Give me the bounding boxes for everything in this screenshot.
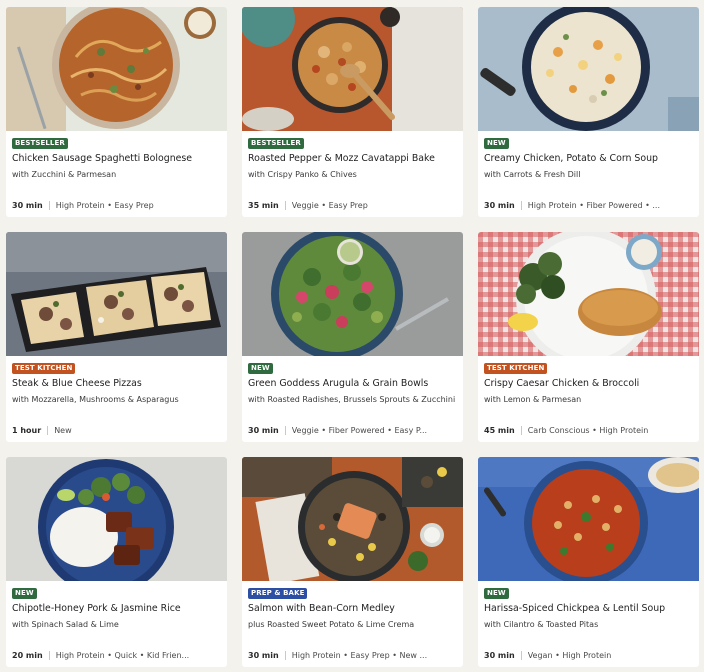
recipe-title[interactable]: Chipotle-Honey Pork & Jasmine Rice (12, 602, 224, 615)
recipe-title[interactable]: Steak & Blue Cheese Pizzas (12, 377, 224, 390)
recipe-title[interactable]: Green Goddess Arugula & Grain Bowls (248, 377, 460, 390)
recipe-title[interactable]: Chicken Sausage Spaghetti Bolognese (12, 152, 224, 165)
salmon-medley-photo[interactable] (242, 457, 463, 581)
divider (520, 651, 522, 660)
lentil-soup-photo[interactable] (478, 457, 699, 581)
recipe-title[interactable]: Salmon with Bean-Corn Medley (248, 602, 460, 615)
recipe-subtitle: with Cilantro & Toasted Pitas (484, 620, 599, 629)
recipe-subtitle: with Lemon & Parmesan (484, 395, 582, 404)
divider (47, 426, 49, 435)
cook-time: 30 min (484, 201, 515, 210)
recipe-tags: High Protein • Easy Prep • New ... (291, 651, 428, 660)
recipe-meta: 30 min Vegan • High Protein (484, 650, 694, 661)
recipe-subtitle: with Carrots & Fresh Dill (484, 170, 581, 179)
recipe-card[interactable]: NEW Creamy Chicken, Potato & Corn Soup w… (478, 7, 699, 217)
corn-soup-photo[interactable] (478, 7, 699, 131)
cook-time: 20 min (12, 651, 43, 660)
recipe-title[interactable]: Creamy Chicken, Potato & Corn Soup (484, 152, 696, 165)
recipe-subtitle: plus Roasted Sweet Potato & Lime Crema (248, 620, 415, 629)
caesar-chicken-photo[interactable] (478, 232, 699, 356)
recipe-title[interactable]: Roasted Pepper & Mozz Cavatappi Bake (248, 152, 460, 165)
spaghetti-bolognese-photo[interactable] (6, 7, 227, 131)
cook-time: 30 min (12, 201, 43, 210)
badge: TEST KITCHEN (12, 363, 76, 374)
recipe-card[interactable]: NEW Green Goddess Arugula & Grain Bowls … (242, 232, 463, 442)
recipe-tags: High Protein • Easy Prep (55, 201, 154, 210)
recipe-title[interactable]: Crispy Caesar Chicken & Broccoli (484, 377, 696, 390)
divider (284, 201, 286, 210)
divider (284, 651, 286, 660)
recipe-subtitle: with Crispy Panko & Chives (248, 170, 357, 179)
recipe-grid: BESTSELLER Chicken Sausage Spaghetti Bol… (0, 0, 704, 672)
recipe-card[interactable]: NEW Chipotle-Honey Pork & Jasmine Rice w… (6, 457, 227, 667)
recipe-tags: High Protein • Fiber Powered • ... (527, 201, 660, 210)
cook-time: 30 min (248, 426, 279, 435)
recipe-card[interactable]: PREP & BAKE Salmon with Bean-Corn Medley… (242, 457, 463, 667)
divider (520, 426, 522, 435)
recipe-meta: 45 min Carb Conscious • High Protein (484, 425, 694, 436)
badge: NEW (484, 588, 509, 599)
recipe-subtitle: with Spinach Salad & Lime (12, 620, 119, 629)
recipe-tags: Veggie • Easy Prep (291, 201, 368, 210)
recipe-meta: 30 min High Protein • Fiber Powered • ..… (484, 200, 694, 211)
recipe-subtitle: with Mozzarella, Mushrooms & Asparagus (12, 395, 179, 404)
recipe-tags: Carb Conscious • High Protein (527, 426, 649, 435)
divider (284, 426, 286, 435)
recipe-meta: 20 min High Protein • Quick • Kid Frien.… (12, 650, 222, 661)
recipe-meta: 1 hour New (12, 425, 222, 436)
divider (48, 201, 50, 210)
recipe-meta: 30 min High Protein • Easy Prep • New ..… (248, 650, 458, 661)
badge: BESTSELLER (12, 138, 68, 149)
badge: BESTSELLER (248, 138, 304, 149)
badge: NEW (12, 588, 37, 599)
cook-time: 30 min (484, 651, 515, 660)
recipe-title[interactable]: Harissa-Spiced Chickpea & Lentil Soup (484, 602, 696, 615)
recipe-card[interactable]: TEST KITCHEN Steak & Blue Cheese Pizzas … (6, 232, 227, 442)
recipe-card[interactable]: BESTSELLER Chicken Sausage Spaghetti Bol… (6, 7, 227, 217)
badge: NEW (484, 138, 509, 149)
recipe-card[interactable]: TEST KITCHEN Crispy Caesar Chicken & Bro… (478, 232, 699, 442)
recipe-tags: Veggie • Fiber Powered • Easy P... (291, 426, 428, 435)
recipe-tags: High Protein • Quick • Kid Frien... (55, 651, 190, 660)
recipe-tags: New (54, 426, 72, 435)
badge: NEW (248, 363, 273, 374)
recipe-subtitle: with Zucchini & Parmesan (12, 170, 117, 179)
badge: PREP & BAKE (248, 588, 308, 599)
cook-time: 35 min (248, 201, 279, 210)
badge: TEST KITCHEN (484, 363, 548, 374)
recipe-card[interactable]: BESTSELLER Roasted Pepper & Mozz Cavatap… (242, 7, 463, 217)
recipe-tags: Vegan • High Protein (527, 651, 612, 660)
divider (48, 651, 50, 660)
recipe-meta: 30 min Veggie • Fiber Powered • Easy P..… (248, 425, 458, 436)
grain-bowl-photo[interactable] (242, 232, 463, 356)
cook-time: 45 min (484, 426, 515, 435)
steak-pizza-photo[interactable] (6, 232, 227, 356)
pork-rice-photo[interactable] (6, 457, 227, 581)
cook-time: 30 min (248, 651, 279, 660)
recipe-subtitle: with Roasted Radishes, Brussels Sprouts … (248, 395, 456, 404)
cook-time: 1 hour (12, 426, 42, 435)
cavatappi-bake-photo[interactable] (242, 7, 463, 131)
recipe-meta: 35 min Veggie • Easy Prep (248, 200, 458, 211)
recipe-card[interactable]: NEW Harissa-Spiced Chickpea & Lentil Sou… (478, 457, 699, 667)
recipe-meta: 30 min High Protein • Easy Prep (12, 200, 222, 211)
divider (520, 201, 522, 210)
